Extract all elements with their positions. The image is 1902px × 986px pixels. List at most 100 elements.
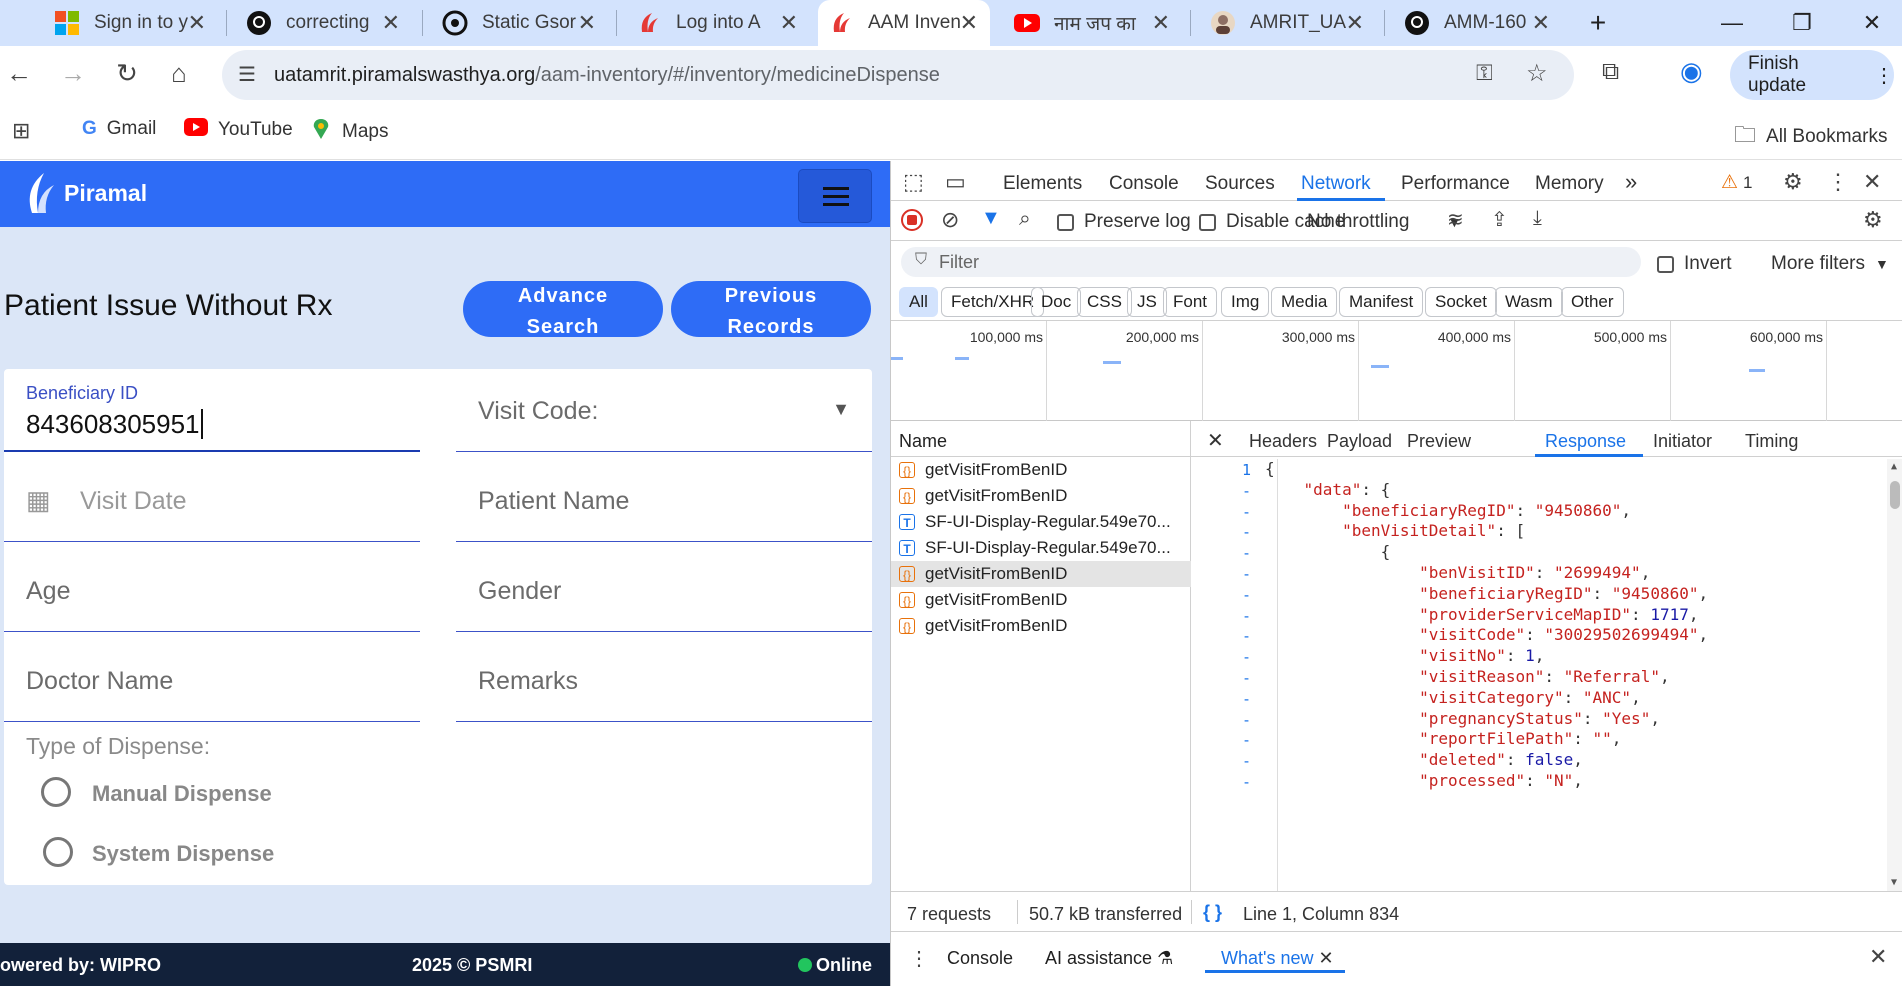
search-icon[interactable]: ⌕	[1019, 207, 1031, 231]
settings-gear-icon[interactable]: ⚙	[1783, 169, 1803, 195]
restore-button[interactable]: ❐	[1772, 0, 1832, 46]
manual-dispense-radio[interactable]	[41, 777, 71, 807]
beneficiary-id-input[interactable]: 843608305951	[26, 409, 203, 440]
pretty-print-icon[interactable]: { }	[1203, 902, 1222, 923]
bookmark-youtube[interactable]: YouTube	[184, 118, 293, 142]
bookmark-gmail[interactable]: G Gmail	[82, 118, 156, 140]
gender-field[interactable]: Gender	[456, 549, 872, 632]
type-filter-other[interactable]: Other	[1561, 287, 1624, 317]
type-filter-img[interactable]: Img	[1221, 287, 1270, 317]
close-icon[interactable]: ✕	[578, 10, 596, 36]
new-tab-button[interactable]: +	[1568, 0, 1628, 46]
drawer-tab-whats-new[interactable]: What's new ✕	[1221, 948, 1334, 969]
request-row[interactable]: {} getVisitFromBenID	[891, 587, 1191, 613]
tab-payload[interactable]: Payload	[1327, 431, 1392, 452]
browser-tab[interactable]: AMRIT_UA ✕	[1200, 0, 1376, 46]
network-settings-icon[interactable]: ⚙	[1863, 207, 1883, 233]
tab-preview[interactable]: Preview	[1407, 431, 1471, 452]
upload-icon[interactable]: ⇪	[1491, 207, 1508, 232]
close-window-button[interactable]: ✕	[1842, 0, 1902, 46]
beneficiary-id-field[interactable]: Beneficiary ID 843608305951	[4, 369, 420, 452]
warning-icon[interactable]: ⚠	[1721, 171, 1738, 194]
type-filter-font[interactable]: Font	[1163, 287, 1218, 317]
close-devtools-icon[interactable]: ✕	[1863, 169, 1881, 195]
browser-tab[interactable]: Sign in to y ✕	[44, 0, 218, 46]
profile-icon[interactable]: ◉	[1680, 56, 1703, 87]
close-icon[interactable]: ✕	[1152, 10, 1170, 36]
tab-initiator[interactable]: Initiator	[1653, 431, 1712, 452]
filter-input[interactable]: ⛉ Filter	[901, 247, 1641, 277]
type-filter-doc[interactable]: Doc	[1031, 287, 1082, 317]
inspect-element-icon[interactable]: ⬚	[903, 169, 924, 195]
close-icon[interactable]: ✕	[1346, 10, 1364, 36]
bookmark-maps[interactable]: Maps	[310, 118, 388, 146]
type-filter-all[interactable]: All	[899, 287, 938, 317]
reload-button[interactable]: ↻	[110, 58, 144, 89]
tab-network[interactable]: Network	[1301, 173, 1371, 195]
network-timeline[interactable]: 100,000 ms 200,000 ms 300,000 ms 400,000…	[891, 321, 1902, 421]
browser-tab[interactable]: Log into A ✕	[626, 0, 810, 46]
tab-timing[interactable]: Timing	[1745, 431, 1798, 452]
preserve-log-checkbox[interactable]: Preserve log	[1057, 211, 1191, 233]
visit-date-field[interactable]: ▦ Visit Date	[4, 459, 420, 542]
close-icon[interactable]: ✕	[960, 10, 978, 36]
browser-tab-active[interactable]: AAM Inven ✕	[818, 0, 990, 46]
request-row[interactable]: {} getVisitFromBenID	[891, 457, 1191, 483]
network-conditions-icon[interactable]: ≋	[1447, 207, 1464, 232]
more-tabs-icon[interactable]: »	[1625, 169, 1637, 195]
visit-code-select[interactable]: Visit Code: ▼	[456, 369, 872, 452]
all-bookmarks[interactable]: 🗀 All Bookmarks	[1734, 118, 1887, 156]
close-icon[interactable]: ✕	[188, 10, 206, 36]
scrollbar[interactable]: ▲ ▼	[1887, 459, 1902, 891]
tab-memory[interactable]: Memory	[1535, 173, 1604, 195]
extensions-icon[interactable]: ⧉	[1602, 58, 1619, 86]
response-body[interactable]: 1{- "data": {- "beneficiaryRegID": "9450…	[1191, 459, 1902, 891]
close-drawer-icon[interactable]: ✕	[1869, 944, 1887, 970]
calendar-icon[interactable]: ▦	[26, 485, 51, 516]
menu-button[interactable]	[798, 169, 872, 223]
type-filter-css[interactable]: CSS	[1077, 287, 1132, 317]
request-row[interactable]: {} getVisitFromBenID	[891, 613, 1191, 639]
star-icon[interactable]: ☆	[1526, 59, 1548, 88]
type-filter-media[interactable]: Media	[1271, 287, 1338, 317]
type-filter-js[interactable]: JS	[1127, 287, 1167, 317]
close-icon[interactable]: ✕	[1532, 10, 1550, 36]
previous-records-button[interactable]: Previous Records	[671, 281, 871, 338]
tab-console[interactable]: Console	[1109, 173, 1179, 195]
request-row[interactable]: T SF-UI-Display-Regular.549e70...	[891, 535, 1191, 561]
browser-tab[interactable]: नाम जप का ✕	[1004, 0, 1182, 46]
tab-headers[interactable]: Headers	[1249, 431, 1317, 452]
browser-tab[interactable]: correcting ✕	[236, 0, 412, 46]
throttling-select[interactable]: No throttling ▼	[1307, 211, 1461, 233]
forward-button[interactable]: →	[56, 58, 90, 89]
tab-elements[interactable]: Elements	[1003, 173, 1082, 195]
type-filter-manifest[interactable]: Manifest	[1339, 287, 1424, 317]
key-icon[interactable]: ⚿	[1476, 60, 1493, 86]
doctor-name-field[interactable]: Doctor Name	[4, 639, 420, 722]
browser-tab[interactable]: AMM-160 ✕	[1394, 0, 1562, 46]
drawer-tab-ai-assistance[interactable]: AI assistance ⚗	[1045, 948, 1173, 969]
minimize-button[interactable]: —	[1702, 0, 1762, 46]
close-icon[interactable]: ✕	[382, 10, 400, 36]
type-filter-fetch-xhr[interactable]: Fetch/XHR	[941, 287, 1045, 317]
clear-icon[interactable]: ⊘	[941, 207, 959, 233]
kebab-menu-icon[interactable]: ⋮	[1827, 169, 1849, 195]
site-info-icon[interactable]: ☰	[238, 62, 256, 87]
apps-grid-icon[interactable]: ⊞	[12, 118, 30, 144]
request-row[interactable]: T SF-UI-Display-Regular.549e70...	[891, 509, 1191, 535]
drawer-menu-icon[interactable]: ⋮	[909, 946, 929, 971]
browser-tab[interactable]: Static Gsor ✕	[432, 0, 608, 46]
filter-funnel-icon[interactable]: ▼	[981, 207, 1001, 230]
back-button[interactable]: ←	[2, 58, 36, 89]
close-detail-icon[interactable]: ✕	[1207, 428, 1224, 453]
more-filters-button[interactable]: More filters ▼	[1771, 253, 1889, 275]
tab-sources[interactable]: Sources	[1205, 173, 1275, 195]
request-row-selected[interactable]: {} getVisitFromBenID	[891, 561, 1191, 587]
drawer-tab-console[interactable]: Console	[947, 948, 1013, 969]
request-row[interactable]: {} getVisitFromBenID	[891, 483, 1191, 509]
tab-performance[interactable]: Performance	[1401, 173, 1510, 195]
remarks-field[interactable]: Remarks	[456, 639, 872, 722]
patient-name-field[interactable]: Patient Name	[456, 459, 872, 542]
tab-response[interactable]: Response	[1545, 431, 1626, 452]
home-button[interactable]: ⌂	[162, 58, 196, 89]
